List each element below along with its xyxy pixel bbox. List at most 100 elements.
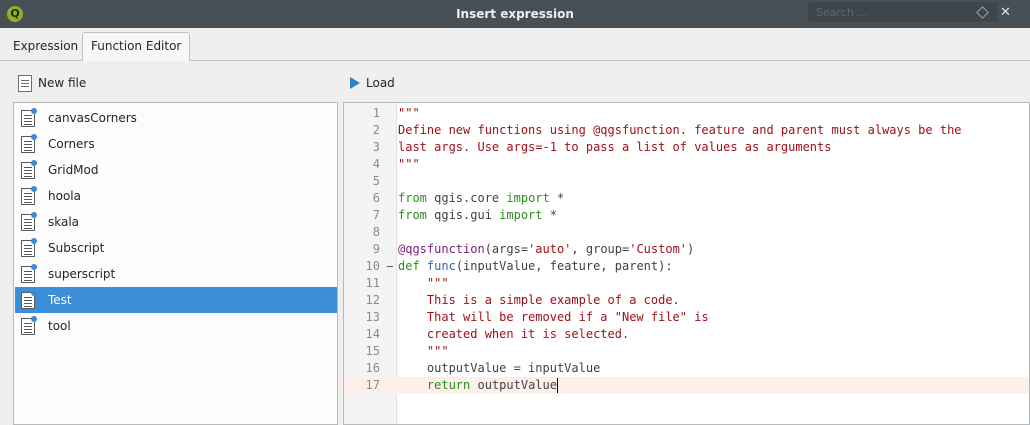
code-text: """ bbox=[398, 343, 449, 360]
code-line[interactable]: 9 @qgsfunction(args='auto', group='Custom… bbox=[344, 241, 1029, 258]
file-list-item-label: Corners bbox=[48, 137, 95, 151]
line-number: 5 bbox=[372, 174, 380, 188]
file-list-item[interactable]: skala bbox=[15, 209, 337, 235]
code-token: Define new functions using @qgsfunction.… bbox=[398, 123, 962, 137]
line-number: 10 bbox=[365, 259, 380, 273]
code-token: import bbox=[506, 191, 550, 205]
line-number: 1 bbox=[372, 106, 380, 120]
code-line[interactable]: 16 outputValue = inputValue bbox=[344, 360, 1029, 377]
code-line[interactable]: 13 That will be removed if a "New file" … bbox=[344, 309, 1029, 326]
line-number: 15 bbox=[365, 344, 380, 358]
code-token: This is a simple example of a code. bbox=[426, 293, 680, 307]
line-number: 9 bbox=[372, 242, 380, 256]
code-token: 'auto' bbox=[528, 242, 572, 256]
code-token: def bbox=[398, 259, 420, 273]
code-token: last args. Use args=-1 to pass a list of… bbox=[398, 140, 832, 154]
code-token: import bbox=[499, 208, 543, 222]
code-token: outputValue bbox=[470, 378, 557, 392]
code-token: (inputValue, feature, parent): bbox=[455, 259, 673, 273]
file-list-item-label: Subscript bbox=[48, 241, 105, 255]
code-text: """ bbox=[398, 156, 420, 173]
code-token: return bbox=[426, 378, 471, 392]
code-token: That will be removed if a "New file" is bbox=[426, 310, 709, 324]
tab-function-editor[interactable]: Function Editor bbox=[82, 32, 191, 61]
python-file-icon bbox=[21, 133, 37, 153]
code-token: created when it is selected. bbox=[426, 327, 630, 341]
code-line[interactable]: 6 from qgis.core import * bbox=[344, 190, 1029, 207]
code-line[interactable]: 14 created when it is selected. bbox=[344, 326, 1029, 343]
code-line[interactable]: 17 return outputValue bbox=[344, 377, 1029, 394]
file-list-item[interactable]: tool bbox=[15, 313, 337, 339]
new-file-button[interactable]: New file bbox=[18, 72, 86, 94]
code-token: outputValue = inputValue bbox=[398, 361, 601, 375]
line-number: 11 bbox=[365, 276, 380, 290]
load-label: Load bbox=[366, 76, 395, 90]
new-file-icon bbox=[18, 74, 32, 92]
file-list-item-label: tool bbox=[48, 319, 71, 333]
code-token: from bbox=[398, 208, 427, 222]
code-token: 'Custom' bbox=[629, 242, 688, 256]
file-list-item-label: canvasCorners bbox=[48, 111, 137, 125]
line-number: 12 bbox=[365, 293, 380, 307]
file-list-item[interactable]: canvasCorners bbox=[15, 105, 337, 131]
file-list-item[interactable]: Corners bbox=[15, 131, 337, 157]
file-list-item[interactable]: Subscript bbox=[15, 235, 337, 261]
new-file-label: New file bbox=[38, 76, 87, 90]
code-text: """ bbox=[398, 105, 420, 122]
load-button[interactable]: Load bbox=[350, 72, 395, 94]
title-bar: Q Insert expression Search ... ✕ bbox=[0, 0, 1030, 28]
code-line[interactable]: 8 bbox=[344, 224, 1029, 241]
code-line[interactable]: 15 """ bbox=[344, 343, 1029, 360]
line-number: 16 bbox=[365, 361, 380, 375]
close-icon[interactable]: ✕ bbox=[1000, 5, 1011, 20]
file-list-item[interactable]: GridMod bbox=[15, 157, 337, 183]
code-token: """ bbox=[398, 157, 420, 171]
code-text: """ bbox=[398, 275, 449, 292]
code-line[interactable]: 2 Define new functions using @qgsfunction… bbox=[344, 122, 1029, 139]
code-line[interactable]: 11 """ bbox=[344, 275, 1029, 292]
code-text: return outputValue bbox=[398, 377, 557, 394]
code-editor[interactable]: 1 """ 2 Define new functions using @qgsfunc… bbox=[343, 102, 1030, 425]
code-text: outputValue = inputValue bbox=[398, 360, 600, 377]
code-line[interactable]: 3 last args. Use args=-1 to pass a list o… bbox=[344, 139, 1029, 156]
title-search-placeholder: Search ... bbox=[816, 6, 868, 19]
file-list-item[interactable]: hoola bbox=[15, 183, 337, 209]
line-number: 4 bbox=[372, 157, 380, 171]
function-file-list[interactable]: canvasCorners Corners GridMod hoola skala Sub… bbox=[13, 102, 338, 425]
tab-expression[interactable]: Expression bbox=[4, 32, 87, 60]
code-text: @qgsfunction(args='auto', group='Custom'… bbox=[398, 241, 694, 258]
code-line[interactable]: 4 """ bbox=[344, 156, 1029, 173]
code-line[interactable]: 7 from qgis.gui import * bbox=[344, 207, 1029, 224]
code-text: def func(inputValue, feature, parent): bbox=[398, 258, 673, 275]
load-icon bbox=[350, 77, 360, 89]
code-text: created when it is selected. bbox=[398, 326, 629, 343]
file-list-item-label: skala bbox=[48, 215, 80, 229]
file-list-item[interactable]: Test bbox=[15, 287, 337, 313]
tab-bar: Expression Function Editor bbox=[0, 28, 1030, 61]
code-token: (args= bbox=[484, 242, 529, 256]
code-line[interactable]: 1 """ bbox=[344, 105, 1029, 122]
title-search-field[interactable]: Search ... bbox=[808, 2, 998, 22]
python-file-icon bbox=[21, 185, 37, 205]
code-line[interactable]: 12 This is a simple example of a code. bbox=[344, 292, 1029, 309]
text-cursor bbox=[557, 378, 559, 393]
code-token: """ bbox=[426, 344, 449, 358]
code-token: , group= bbox=[571, 242, 630, 256]
code-line[interactable]: 10 def func(inputValue, feature, parent): bbox=[344, 258, 1029, 275]
python-file-icon bbox=[21, 315, 37, 335]
code-line[interactable]: 5 bbox=[344, 173, 1029, 190]
fold-marker-icon[interactable] bbox=[387, 266, 393, 267]
code-text: This is a simple example of a code. bbox=[398, 292, 680, 309]
python-file-icon bbox=[21, 159, 37, 179]
file-list-item-label: hoola bbox=[48, 189, 81, 203]
code-text: from qgis.core import * bbox=[398, 190, 564, 207]
file-list-item[interactable]: superscript bbox=[15, 261, 337, 287]
code-token: """ bbox=[426, 276, 449, 290]
code-token: func bbox=[426, 259, 456, 273]
line-number: 6 bbox=[372, 191, 380, 205]
line-number: 7 bbox=[372, 208, 380, 222]
code-token: ) bbox=[687, 242, 695, 256]
